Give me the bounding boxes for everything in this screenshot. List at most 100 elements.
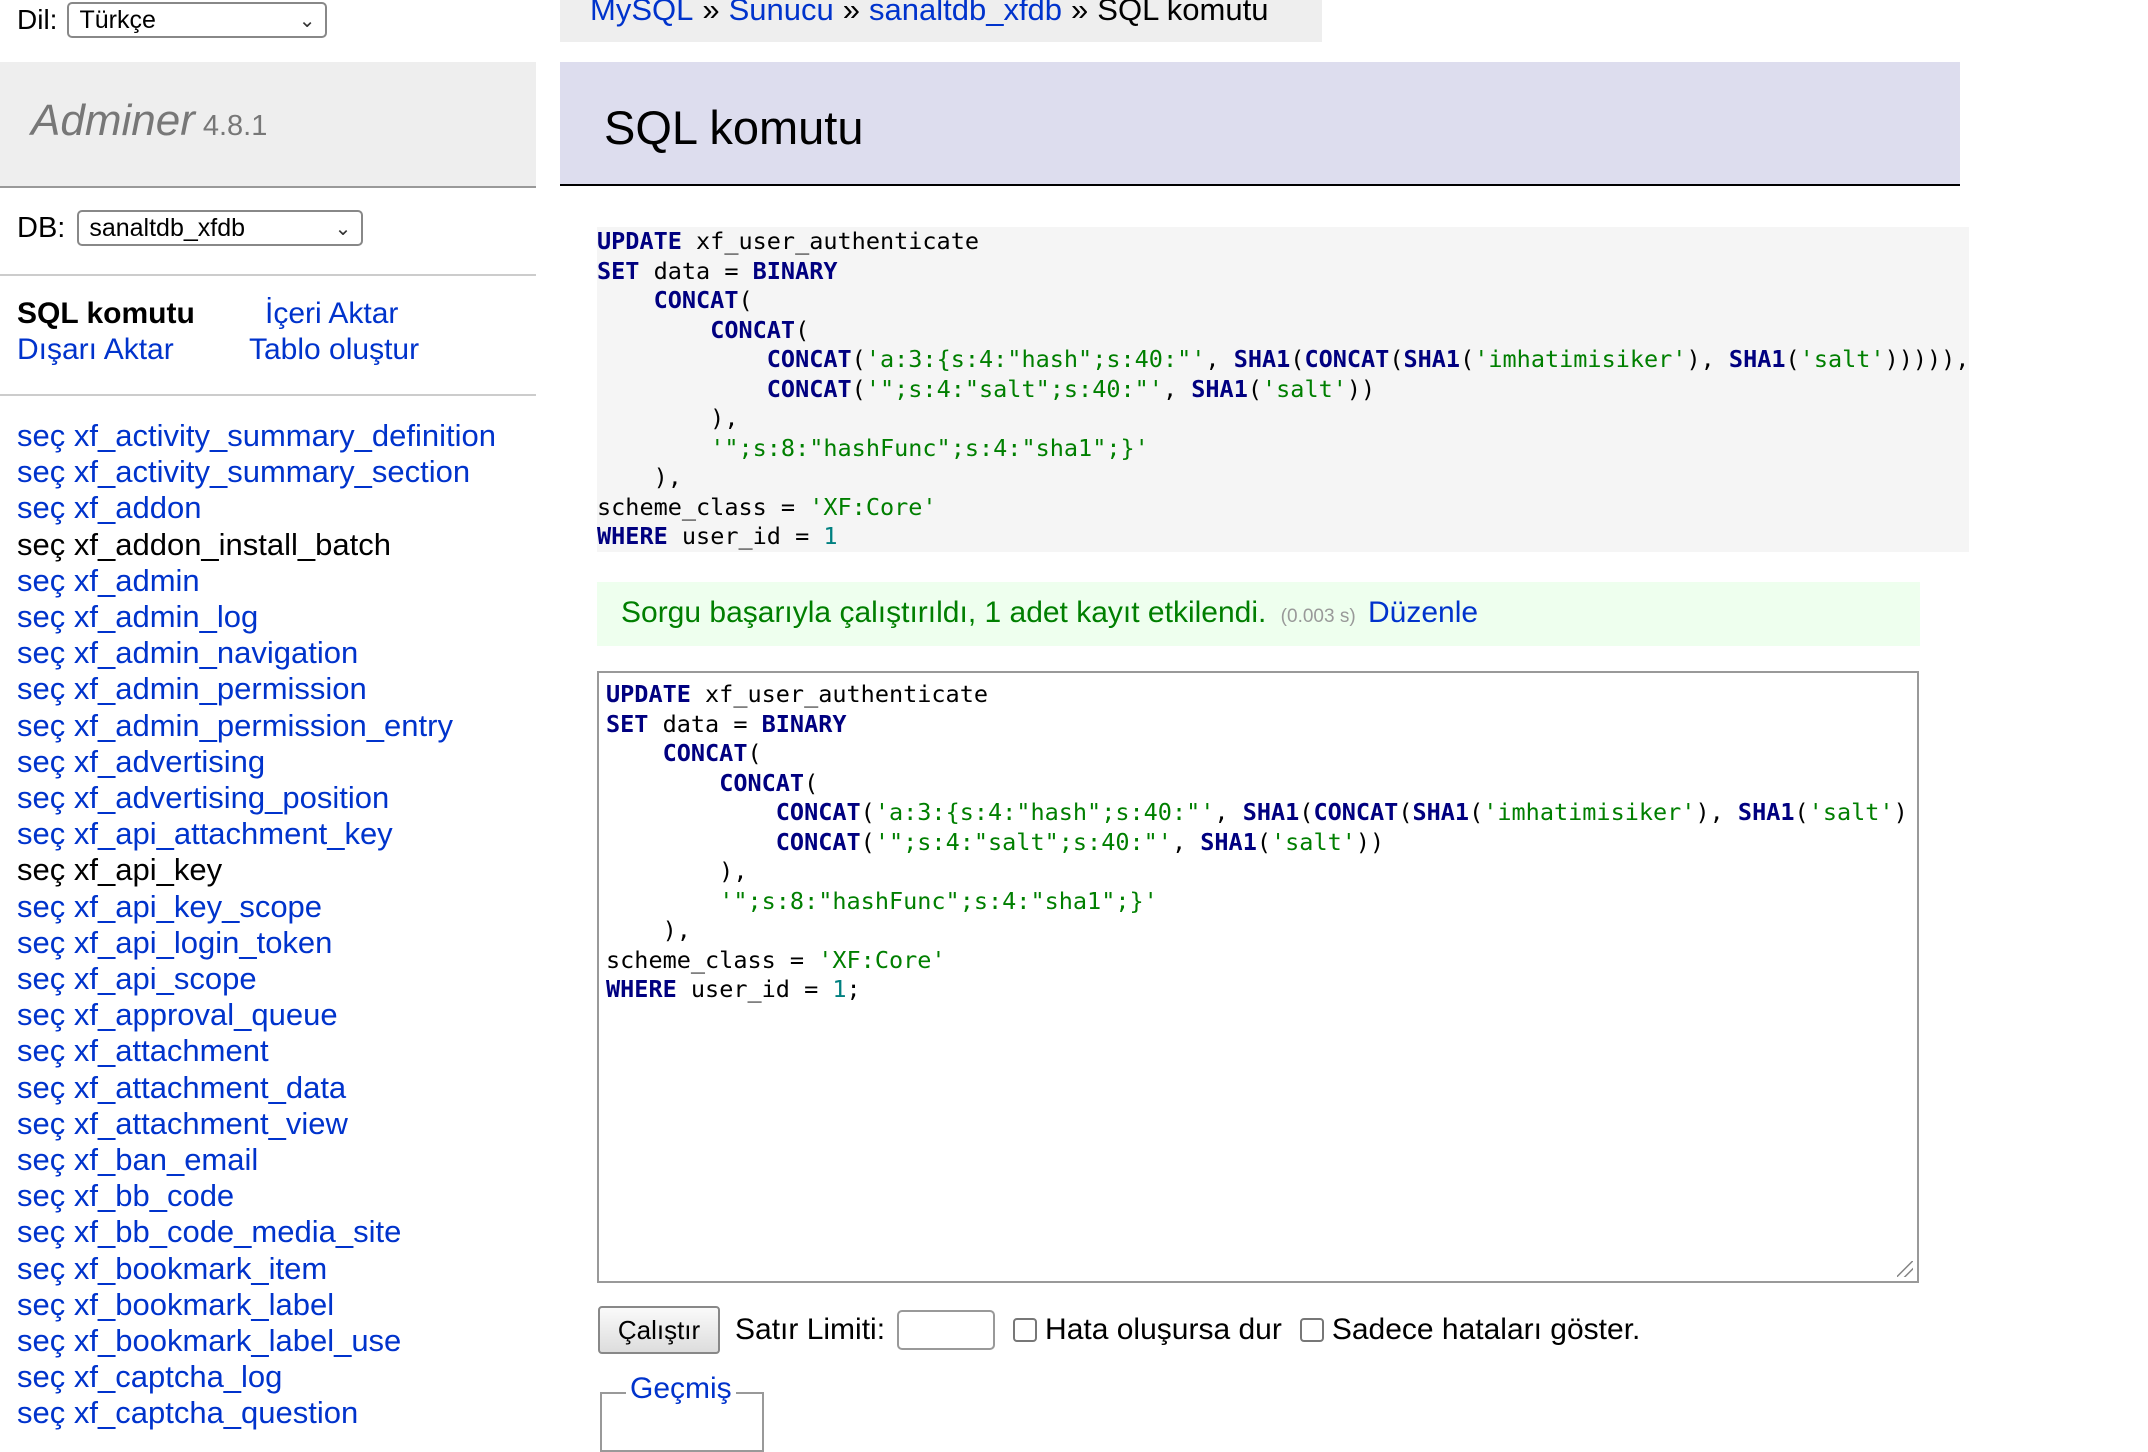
code-line: '";s:8:"hashFunc";s:4:"sha1";}' [606, 887, 1908, 917]
table-list-item: seç xf_api_key [17, 852, 496, 888]
select-table-link[interactable]: seç [17, 1359, 65, 1394]
select-table-link[interactable]: seç [17, 1251, 65, 1286]
select-table-link[interactable]: seç [17, 1214, 65, 1249]
table-name-link[interactable]: xf_bb_code [74, 1178, 234, 1213]
select-table-link[interactable]: seç [17, 780, 65, 815]
breadcrumb-server[interactable]: Sunucu [729, 0, 834, 27]
sql-text: ( [1299, 798, 1314, 826]
sql-keyword: CONCAT [719, 768, 805, 797]
sql-text: ( [1389, 345, 1404, 373]
sql-keyword: SHA1 [1200, 827, 1257, 856]
select-table-link[interactable]: seç [17, 1142, 65, 1177]
select-table-link[interactable]: seç [17, 1106, 65, 1141]
sql-keyword: SHA1 [1412, 798, 1470, 826]
table-name-link[interactable]: xf_advertising [74, 744, 265, 779]
table-name-link[interactable]: xf_admin [74, 563, 200, 598]
sql-text: ), [1686, 345, 1729, 373]
select-table-link[interactable]: seç [17, 961, 65, 996]
table-name-link[interactable]: xf_admin_navigation [74, 635, 358, 670]
table-name-link[interactable]: xf_bookmark_label_use [74, 1323, 401, 1358]
execute-button[interactable]: Çalıştır [598, 1306, 720, 1354]
table-name-link[interactable]: xf_activity_summary_section [74, 454, 470, 489]
only-errors-checkbox[interactable] [1299, 1318, 1324, 1342]
edit-query-link[interactable]: Düzenle [1368, 596, 1478, 629]
select-table-link[interactable]: seç [17, 1178, 65, 1213]
select-table-link[interactable]: seç [17, 563, 65, 598]
table-list: seç xf_activity_summary_definition seç xf… [17, 418, 496, 1432]
link-sql-command[interactable]: SQL komutu [17, 297, 195, 330]
table-name-link[interactable]: xf_activity_summary_definition [74, 418, 496, 453]
table-name-link[interactable]: xf_bb_code_media_site [74, 1214, 401, 1249]
select-table-link[interactable]: seç [17, 1287, 65, 1322]
only-errors-option[interactable]: Sadece hataları göster. [1299, 1313, 1640, 1347]
link-import[interactable]: İçeri Aktar [265, 296, 398, 332]
table-name-link[interactable]: xf_api_key_scope [74, 889, 322, 924]
table-name-link[interactable]: xf_addon_install_batch [74, 527, 391, 562]
sql-text: data = [648, 709, 762, 738]
stop-on-error-option[interactable]: Hata oluşursa dur [1013, 1313, 1282, 1347]
select-table-link[interactable]: seç [17, 1323, 65, 1358]
select-table-link[interactable]: seç [17, 1395, 65, 1430]
app-logo[interactable]: Adminer 4.8.1 [31, 96, 267, 146]
select-table-link[interactable]: seç [17, 418, 65, 453]
sql-keyword: SET [597, 256, 640, 285]
select-table-link[interactable]: seç [17, 454, 65, 489]
select-table-link[interactable]: seç [17, 671, 65, 706]
select-table-link[interactable]: seç [17, 925, 65, 960]
table-name-link[interactable]: xf_api_attachment_key [74, 816, 393, 851]
resize-grip-icon[interactable] [1897, 1261, 1913, 1277]
breadcrumb: MySQL » Sunucu » sanaltdb_xfdb » SQL komutu [560, 0, 1322, 42]
row-limit-input[interactable] [897, 1310, 996, 1350]
row-limit-label: Satır Limiti: [735, 1313, 886, 1346]
table-name-link[interactable]: xf_attachment_view [74, 1106, 348, 1141]
database-select[interactable]: sanaltdb_xfdb ⌄ [77, 210, 364, 246]
history-toggle[interactable]: Geçmiş [626, 1372, 736, 1406]
sql-keyword: WHERE [606, 975, 677, 1003]
table-name-link[interactable]: xf_captcha_log [74, 1359, 283, 1394]
sql-editor[interactable]: UPDATE xf_user_authenticate SET data = BI… [597, 671, 1919, 1283]
link-export[interactable]: Dışarı Aktar [17, 333, 174, 366]
table-name-link[interactable]: xf_api_key [74, 852, 222, 887]
table-name-link[interactable]: xf_admin_log [74, 599, 258, 634]
select-table-link[interactable]: seç [17, 889, 65, 924]
table-list-item: seç xf_activity_summary_definition [17, 418, 496, 454]
sql-editor-content[interactable]: UPDATE xf_user_authenticate SET data = BI… [606, 680, 1908, 1005]
table-name-link[interactable]: xf_api_scope [74, 961, 257, 996]
select-table-link[interactable]: seç [17, 527, 65, 562]
select-table-link[interactable]: seç [17, 816, 65, 851]
table-list-item: seç xf_captcha_log [17, 1359, 496, 1395]
table-name-link[interactable]: xf_captcha_question [74, 1395, 358, 1430]
breadcrumb-mysql[interactable]: MySQL [590, 0, 693, 27]
select-table-link[interactable]: seç [17, 997, 65, 1032]
breadcrumb-database[interactable]: sanaltdb_xfdb [869, 0, 1062, 27]
sql-text: ( [1785, 345, 1800, 373]
sql-text: scheme_class = [597, 492, 810, 521]
table-list-item: seç xf_admin_log [17, 599, 496, 635]
select-table-link[interactable]: seç [17, 490, 65, 525]
select-table-link[interactable]: seç [17, 744, 65, 779]
table-name-link[interactable]: xf_admin_permission [74, 671, 367, 706]
table-name-link[interactable]: xf_bookmark_label [74, 1287, 334, 1322]
success-text: Sorgu başarıyla çalıştırıldı, 1 adet kay… [621, 596, 1267, 629]
language-select[interactable]: Türkçe ⌄ [67, 2, 328, 38]
select-table-link[interactable]: seç [17, 1033, 65, 1068]
select-table-link[interactable]: seç [17, 852, 65, 887]
table-name-link[interactable]: xf_attachment_data [74, 1070, 346, 1105]
table-name-link[interactable]: xf_addon [74, 490, 202, 525]
sql-keyword: CONCAT [662, 739, 748, 767]
table-name-link[interactable]: xf_api_login_token [74, 925, 333, 960]
select-table-link[interactable]: seç [17, 1070, 65, 1105]
table-name-link[interactable]: xf_admin_permission_entry [74, 708, 453, 743]
stop-on-error-checkbox[interactable] [1013, 1318, 1038, 1342]
select-table-link[interactable]: seç [17, 635, 65, 670]
code-line: CONCAT('";s:4:"salt";s:40:"', SHA1('salt… [597, 375, 1969, 405]
table-name-link[interactable]: xf_bookmark_item [74, 1251, 327, 1286]
link-create-table[interactable]: Tablo oluştur [249, 332, 419, 368]
table-name-link[interactable]: xf_ban_email [74, 1142, 258, 1177]
select-table-link[interactable]: seç [17, 599, 65, 634]
table-name-link[interactable]: xf_approval_queue [74, 997, 338, 1032]
table-name-link[interactable]: xf_advertising_position [74, 780, 389, 815]
select-table-link[interactable]: seç [17, 708, 65, 743]
table-name-link[interactable]: xf_attachment [74, 1033, 269, 1068]
code-line: CONCAT('a:3:{s:4:"hash";s:40:"', SHA1(CO… [606, 798, 1908, 828]
